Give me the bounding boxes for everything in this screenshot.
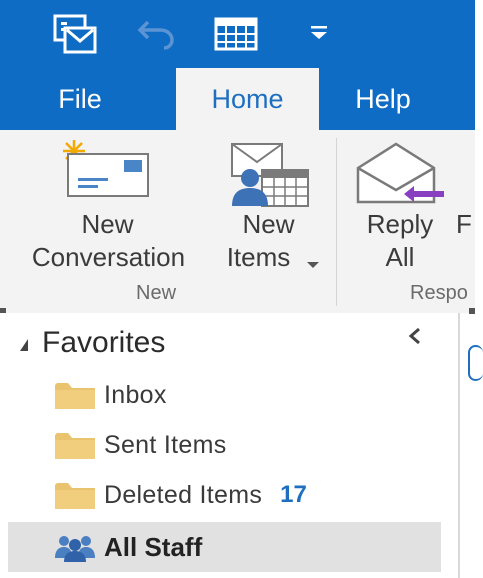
tab-home[interactable]: Home [176,68,319,130]
unread-count-badge: 17 [280,481,307,508]
navigation-pane: Favorites Inbox Sent Items Deleted Items… [0,313,458,578]
new-items-label-2: Items [226,242,291,272]
new-conversation-label-2: Conversation [31,242,186,272]
new-email-icon [58,138,154,198]
folder-name: Deleted Items [104,480,263,509]
reply-all-label-1: Reply [366,209,434,239]
group-people-icon [55,536,95,562]
partial-control-fragment [468,345,483,381]
group-all-staff[interactable]: All Staff [54,525,202,569]
calendar-grid-icon[interactable] [212,10,260,58]
reply-all-label-2: All [385,242,415,272]
pane-divider [458,313,460,578]
quick-access-toolbar [0,0,475,68]
right-edge [475,0,483,578]
send-receive-icon[interactable] [50,10,98,58]
folder-deleted-items[interactable]: Deleted Items 17 [54,475,307,515]
folder-sent-items[interactable]: Sent Items [54,425,227,465]
folder-icon [55,383,95,409]
chevron-down-icon [306,256,320,268]
group-new-label: New [136,282,177,304]
folder-icon [55,483,95,509]
tab-file[interactable]: File [30,68,130,130]
undo-icon[interactable] [132,10,180,58]
new-items-label-1: New [242,209,295,239]
new-items-icon [226,140,312,208]
folder-icon [55,433,95,459]
forward-button-partial[interactable]: F [456,208,475,241]
customize-dropdown-icon[interactable] [305,22,333,42]
reply-all-icon [352,138,448,210]
group-respond-label: Respo [410,282,468,304]
folder-name: Sent Items [104,430,227,459]
group-name: All Staff [104,531,203,562]
folder-name: Inbox [104,380,167,409]
new-conversation-label-1: New [81,209,134,239]
group-separator [336,138,337,306]
favorites-header[interactable]: Favorites [20,325,165,361]
collapse-pane-icon[interactable] [404,325,426,347]
folder-inbox[interactable]: Inbox [54,375,167,415]
favorites-label: Favorites [42,326,166,359]
tab-help[interactable]: Help [333,68,433,130]
ribbon-tabs: File Home Help [0,68,475,130]
ribbon: New Conversation New Items Reply All F N… [0,130,475,313]
expand-triangle-icon [20,339,28,351]
